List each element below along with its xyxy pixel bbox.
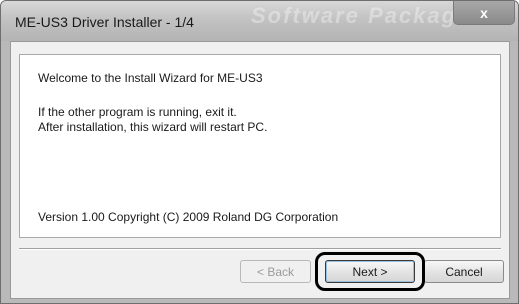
cancel-button[interactable]: Cancel (424, 260, 504, 283)
window-title: ME-US3 Driver Installer - 1/4 (15, 14, 194, 30)
title-watermark: Software Package (251, 3, 472, 28)
instruction-restart: After installation, this wizard will res… (38, 120, 268, 134)
button-separator (19, 248, 501, 250)
welcome-text: Welcome to the Install Wizard for ME-US3 (38, 71, 263, 85)
close-button[interactable]: x (453, 1, 515, 25)
back-button[interactable]: < Back (240, 260, 311, 283)
content-panel: Welcome to the Install Wizard for ME-US3… (19, 54, 501, 238)
version-copyright: Version 1.00 Copyright (C) 2009 Roland D… (38, 210, 339, 224)
title-bar[interactable]: Software Package ME-US3 Driver Installer… (1, 1, 518, 41)
close-icon: x (480, 4, 488, 21)
installer-window: Software Package ME-US3 Driver Installer… (0, 0, 519, 304)
instruction-exit-programs: If the other program is running, exit it… (38, 105, 237, 119)
dialog-body: Welcome to the Install Wizard for ME-US3… (10, 41, 510, 299)
next-button-highlight-ring (315, 252, 425, 291)
